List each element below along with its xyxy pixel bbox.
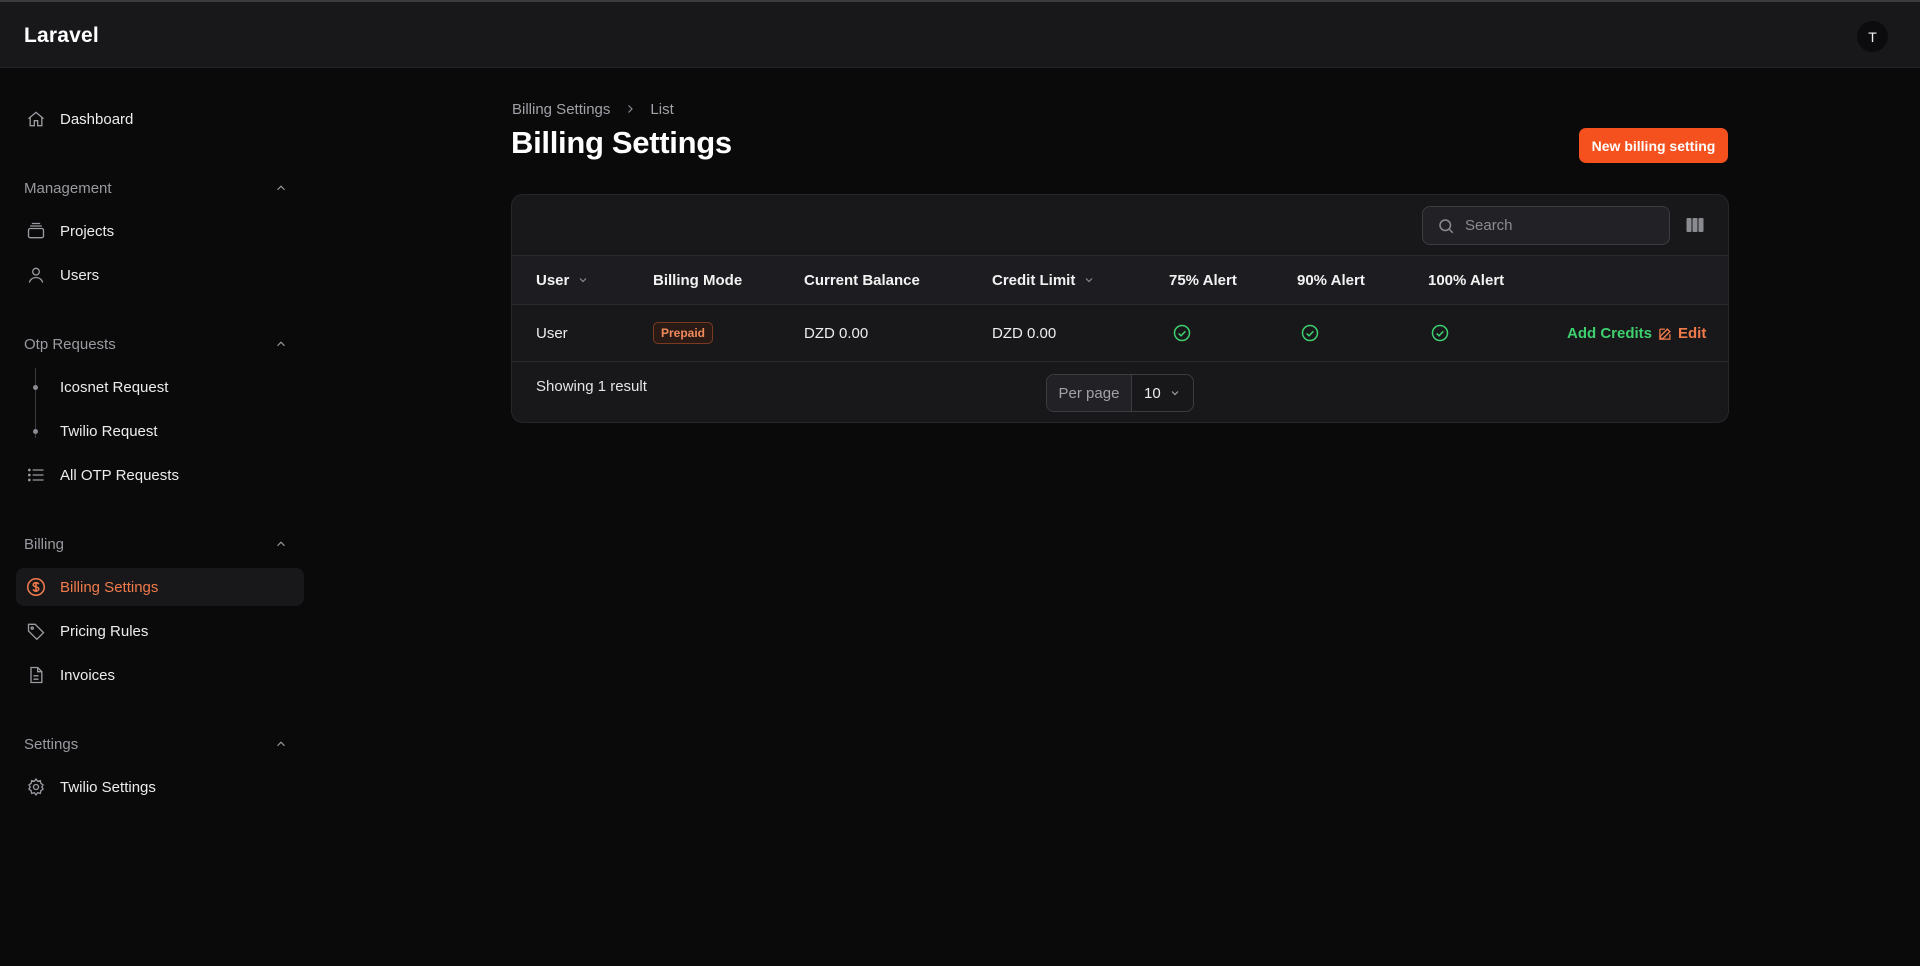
top-bar: Laravel T: [0, 0, 1920, 68]
column-header-user[interactable]: User: [536, 256, 589, 304]
cell-user: User: [536, 324, 568, 342]
chevron-right-icon: [624, 103, 636, 115]
edit-label: Edit: [1678, 324, 1707, 342]
sidebar-item-label: Icosnet Request: [60, 378, 169, 396]
nav-group-otp-requests[interactable]: Otp Requests: [24, 332, 294, 356]
list-icon: [24, 463, 48, 487]
nav-group-label: Settings: [24, 735, 79, 753]
sidebar-item-users[interactable]: Users: [16, 256, 304, 294]
chevron-up-icon: [277, 741, 285, 747]
add-credits-button[interactable]: Add Credits: [1567, 305, 1652, 361]
sidebar-item-icosnet-request[interactable]: Icosnet Request: [16, 368, 304, 406]
toggle-columns-button[interactable]: [1685, 215, 1705, 235]
sidebar-item-label: Invoices: [60, 666, 116, 684]
check-circle-icon: [1300, 305, 1320, 361]
column-label: Credit Limit: [992, 271, 1076, 289]
nav-group-settings[interactable]: Settings: [24, 732, 294, 756]
per-page-select[interactable]: 10: [1132, 375, 1193, 411]
column-header-75-alert: 75% Alert: [1169, 256, 1237, 304]
search-box[interactable]: [1422, 206, 1670, 245]
chevron-up-icon: [277, 541, 285, 547]
column-label: User: [536, 271, 570, 289]
sidebar-item-invoices[interactable]: Invoices: [16, 656, 304, 694]
breadcrumb-parent[interactable]: Billing Settings: [512, 101, 610, 118]
sidebar-item-billing-settings[interactable]: Billing Settings: [16, 568, 304, 606]
brand-logo[interactable]: Laravel: [24, 24, 99, 48]
sidebar: Dashboard Management Projects Users Otp …: [0, 69, 310, 966]
sidebar-item-label: Twilio Request: [60, 422, 158, 440]
nav-group-label: Management: [24, 179, 112, 197]
sidebar-item-twilio-settings[interactable]: Twilio Settings: [16, 768, 304, 806]
edit-icon: [1659, 327, 1671, 340]
sidebar-item-label: Projects: [60, 222, 115, 240]
column-label: Billing Mode: [653, 271, 743, 289]
columns-icon: [1686, 218, 1704, 232]
table-row: User Prepaid DZD 0.00 DZD 0.00 Add Credi…: [512, 305, 1728, 362]
results-summary: Showing 1 result: [536, 378, 647, 395]
document-icon: [24, 663, 48, 687]
sidebar-item-label: Users: [60, 266, 100, 284]
cell-credit-limit: DZD 0.00: [992, 324, 1057, 342]
add-credits-label: Add Credits: [1567, 324, 1653, 342]
chevron-up-icon: [277, 185, 285, 191]
sidebar-item-label: All OTP Requests: [60, 466, 179, 484]
gear-icon: [24, 775, 48, 799]
column-header-current-balance: Current Balance: [804, 256, 920, 304]
nav-group-management[interactable]: Management: [24, 176, 294, 200]
sidebar-item-dashboard[interactable]: Dashboard: [16, 100, 304, 138]
sidebar-item-twilio-request[interactable]: Twilio Request: [16, 412, 304, 450]
nav-group-billing[interactable]: Billing: [24, 532, 294, 556]
column-label: 75% Alert: [1169, 271, 1237, 289]
sidebar-item-label: Pricing Rules: [60, 622, 149, 640]
chevron-up-icon: [277, 341, 285, 347]
nav-group-label: Otp Requests: [24, 335, 116, 353]
column-header-credit-limit[interactable]: Credit Limit: [992, 256, 1095, 304]
table-header: User Billing Mode Current Balance Credit…: [512, 255, 1728, 305]
page-title: Billing Settings: [511, 125, 732, 160]
home-icon: [24, 107, 48, 131]
status-badge: Prepaid: [653, 322, 714, 344]
sidebar-item-all-otp-requests[interactable]: All OTP Requests: [16, 456, 304, 494]
stack-icon: [24, 219, 48, 243]
sidebar-item-label: Billing Settings: [60, 578, 159, 596]
column-header-90-alert: 90% Alert: [1297, 256, 1365, 304]
new-billing-setting-button[interactable]: New billing setting: [1579, 128, 1728, 163]
check-circle-icon: [1430, 305, 1450, 361]
edit-button[interactable]: Edit: [1658, 305, 1706, 361]
breadcrumb-current: List: [650, 100, 674, 118]
user-avatar[interactable]: T: [1857, 21, 1888, 52]
column-label: 90% Alert: [1297, 271, 1365, 289]
per-page-value: 10: [1144, 384, 1161, 402]
column-label: 100% Alert: [1428, 271, 1505, 289]
dollar-circle-icon: [24, 575, 48, 599]
chevron-down-icon: [1171, 391, 1179, 396]
search-input[interactable]: [1465, 217, 1655, 234]
breadcrumb: Billing Settings List: [512, 98, 674, 120]
check-circle-icon: [1172, 305, 1192, 361]
billing-settings-table: User Billing Mode Current Balance Credit…: [511, 194, 1729, 423]
nav-group-label: Billing: [24, 535, 65, 553]
sidebar-item-label: Dashboard: [60, 110, 134, 128]
column-label: Current Balance: [804, 271, 920, 289]
cell-billing-mode: Prepaid: [653, 305, 714, 361]
tag-icon: [24, 619, 48, 643]
per-page-selector[interactable]: Per page 10: [1046, 374, 1194, 412]
sidebar-item-pricing-rules[interactable]: Pricing Rules: [16, 612, 304, 650]
column-header-100-alert: 100% Alert: [1428, 256, 1504, 304]
search-icon: [1437, 217, 1455, 235]
sidebar-item-label: Twilio Settings: [60, 778, 156, 796]
sort-chevron-icon: [577, 274, 589, 286]
column-header-billing-mode: Billing Mode: [653, 256, 742, 304]
cell-current-balance: DZD 0.00: [804, 324, 869, 342]
sort-chevron-icon: [1083, 274, 1095, 286]
sidebar-item-projects[interactable]: Projects: [16, 212, 304, 250]
per-page-label: Per page: [1047, 375, 1132, 411]
user-icon: [24, 263, 48, 287]
